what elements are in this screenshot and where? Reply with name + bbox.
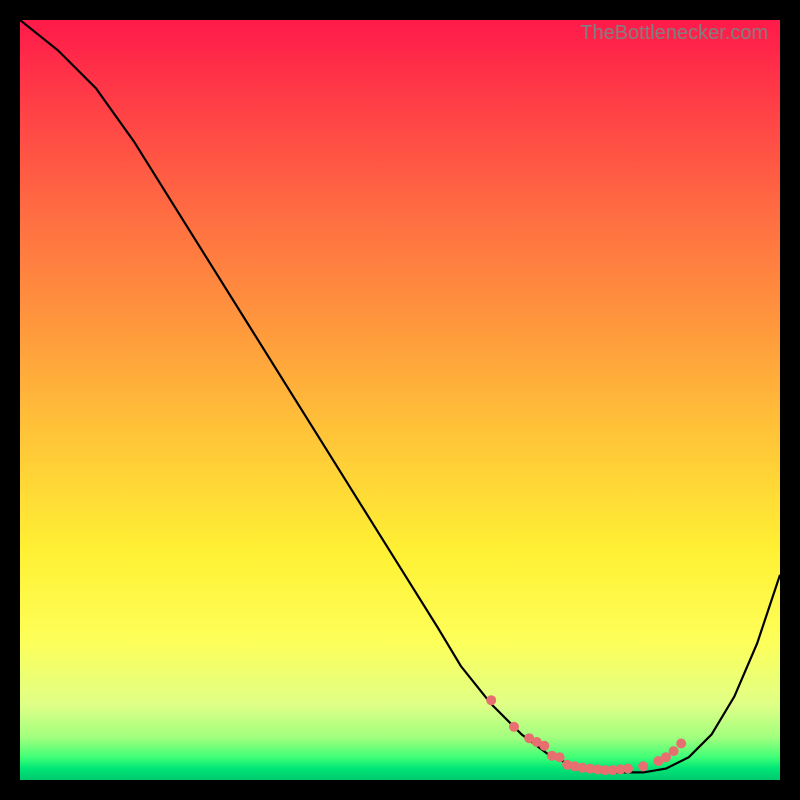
dot-point — [638, 761, 648, 771]
chart-background — [20, 20, 780, 780]
chart-svg — [20, 20, 780, 780]
dot-point — [669, 746, 679, 756]
dot-point — [623, 764, 633, 774]
dot-point — [555, 752, 565, 762]
dot-point — [539, 741, 549, 751]
dot-point — [676, 739, 686, 749]
dot-point — [486, 695, 496, 705]
watermark-text: TheBottlenecker.com — [580, 22, 768, 45]
dot-point — [509, 722, 519, 732]
chart-frame: TheBottlenecker.com — [20, 20, 780, 780]
